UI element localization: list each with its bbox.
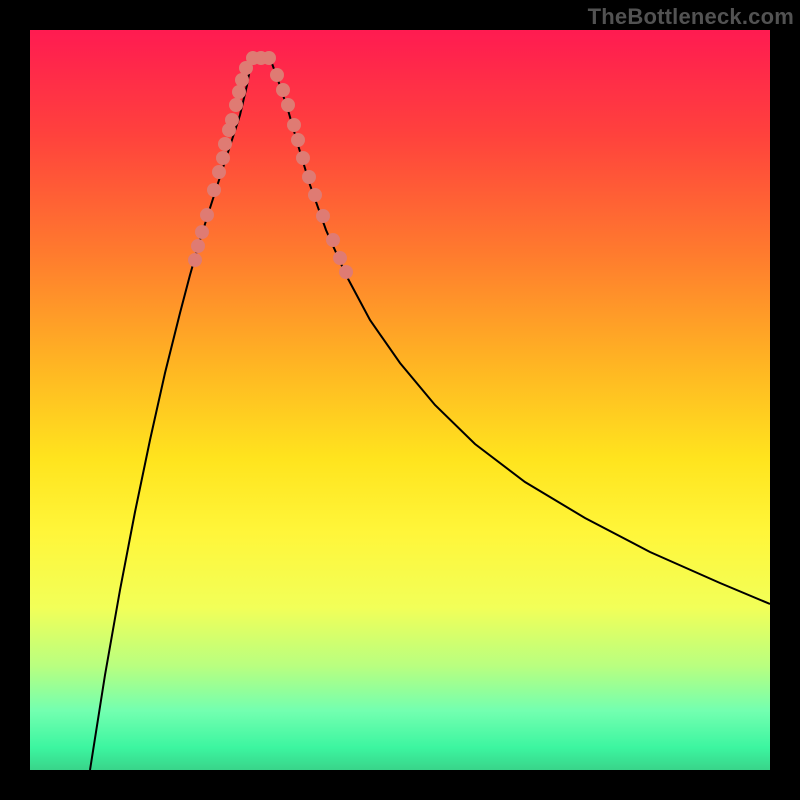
chart-frame: TheBottleneck.com — [0, 0, 800, 800]
curves-svg — [30, 30, 770, 770]
plot-area — [30, 30, 770, 770]
watermark-text: TheBottleneck.com — [588, 4, 794, 30]
data-dot — [235, 73, 249, 87]
data-dot — [262, 51, 276, 65]
data-dot — [281, 98, 295, 112]
data-dot — [191, 239, 205, 253]
data-dot — [207, 183, 221, 197]
data-dot — [270, 68, 284, 82]
data-dot — [326, 233, 340, 247]
data-dots — [188, 51, 353, 279]
data-dot — [212, 165, 226, 179]
data-dot — [218, 137, 232, 151]
data-dot — [276, 83, 290, 97]
data-dot — [302, 170, 316, 184]
data-dot — [216, 151, 230, 165]
data-dot — [291, 133, 305, 147]
data-dot — [316, 209, 330, 223]
data-dot — [232, 85, 246, 99]
left-curve — [90, 58, 252, 770]
data-dot — [188, 253, 202, 267]
data-dot — [225, 113, 239, 127]
data-dot — [308, 188, 322, 202]
data-dot — [296, 151, 310, 165]
data-dot — [195, 225, 209, 239]
data-dot — [333, 251, 347, 265]
data-dot — [229, 98, 243, 112]
data-dot — [200, 208, 214, 222]
data-dot — [339, 265, 353, 279]
right-curve — [270, 58, 770, 604]
data-dot — [287, 118, 301, 132]
